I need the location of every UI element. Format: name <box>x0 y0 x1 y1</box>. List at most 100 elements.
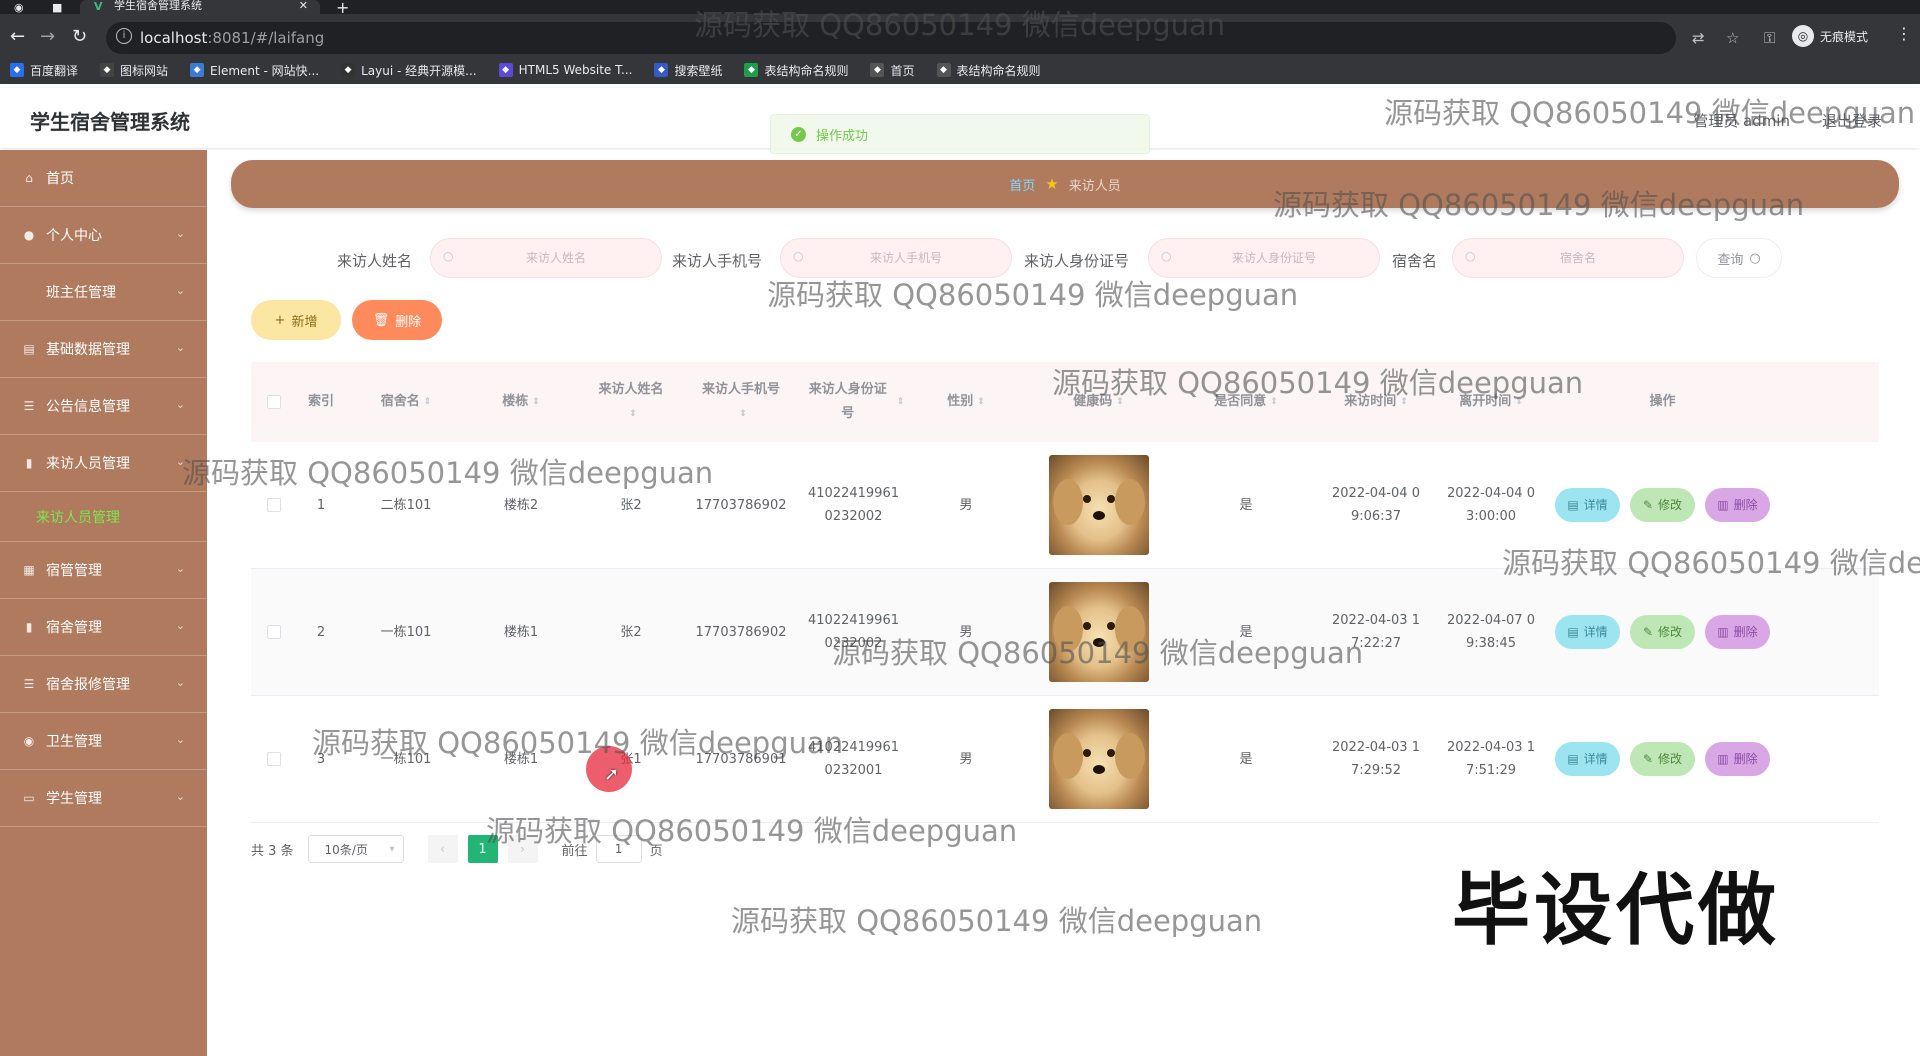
search-input-name[interactable]: ○ <box>430 238 662 278</box>
forward-icon[interactable]: → <box>40 26 55 47</box>
bookmark-favicon-icon: ◆ <box>190 63 205 77</box>
chevron-down-icon: ⌄ <box>175 562 185 575</box>
sort-icon[interactable]: ⇕ <box>739 402 747 426</box>
bookmark-item[interactable]: ◆ 表结构命名规则 <box>744 62 848 79</box>
page-jump-input[interactable] <box>595 835 642 863</box>
cell-agree: 是 <box>1239 497 1253 513</box>
reload-icon[interactable]: ↻ <box>72 26 87 47</box>
header-visitor-idcard[interactable]: 来访人身份证号 ⇕ <box>796 362 911 442</box>
sidebar-item[interactable]: ▮ 宿舍管理 ⌄ <box>0 599 207 656</box>
bookmark-star-icon[interactable]: ☆ <box>1726 29 1739 47</box>
sidebar-item[interactable]: ☰ 公告信息管理 ⌄ <box>0 378 207 435</box>
breadcrumb-home[interactable]: 首页 <box>1009 175 1035 194</box>
browser-menu-icon[interactable]: ⋮ <box>1896 24 1912 43</box>
cell-gender: 男 <box>959 751 973 767</box>
header-leave-time[interactable]: 离开时间 ⇕ <box>1436 362 1546 442</box>
incognito-indicator[interactable]: ◎ 无痕模式 <box>1792 22 1868 50</box>
page-size-select[interactable]: 10条/页 ▾ <box>307 835 404 863</box>
cell-visitor-name: 张2 <box>620 624 642 640</box>
sort-icon[interactable]: ⇕ <box>897 390 905 414</box>
bookmark-item[interactable]: ◆ Element - 网站快... <box>190 62 319 79</box>
sidebar-item[interactable]: ▦ 宿管管理 ⌄ <box>0 542 207 599</box>
logout-link[interactable]: 退出登录 <box>1822 110 1882 131</box>
row-checkbox[interactable] <box>266 498 281 512</box>
tab-list-icon[interactable]: ■ <box>52 1 62 14</box>
sidebar-item[interactable]: ▮ 来访人员管理 ⌄ <box>0 435 207 492</box>
sort-icon[interactable]: ⇕ <box>1270 390 1278 414</box>
sidebar-item[interactable]: ▤ 基础数据管理 ⌄ <box>0 321 207 378</box>
url-text[interactable]: localhost:8081/#/laifang <box>140 29 324 47</box>
row-select-cell[interactable] <box>251 442 296 568</box>
detail-button[interactable]: ▤ 详情 <box>1555 488 1620 522</box>
delete-button[interactable]: ▥ 删除 <box>1705 488 1770 522</box>
delete-button[interactable]: ▥ 删除 <box>1705 742 1770 776</box>
sort-icon[interactable]: ⇕ <box>532 390 540 414</box>
edit-button[interactable]: ✎ 修改 <box>1630 488 1695 522</box>
sort-icon[interactable]: ⇕ <box>1515 390 1523 414</box>
app-title: 学生宿舍管理系统 <box>30 110 190 134</box>
page-number-current[interactable]: 1 <box>467 835 498 863</box>
row-select-cell[interactable] <box>251 696 296 822</box>
bookmark-item[interactable]: ◆ HTML5 Website T... <box>498 63 632 77</box>
visitor-idcard-input[interactable] <box>1179 239 1369 277</box>
detail-button[interactable]: ▤ 详情 <box>1555 742 1620 776</box>
header-building[interactable]: 楼栋 ⇕ <box>466 362 576 442</box>
translate-icon[interactable]: ⇄ <box>1692 29 1705 47</box>
sidebar-item[interactable]: ▭ 学生管理 ⌄ <box>0 770 207 827</box>
row-select-cell[interactable] <box>251 569 296 695</box>
health-code-image[interactable] <box>1048 709 1149 809</box>
header-gender[interactable]: 性别 ⇕ <box>911 362 1021 442</box>
row-checkbox[interactable] <box>266 752 281 766</box>
sort-icon[interactable]: ⇕ <box>1116 390 1124 414</box>
bookmark-item[interactable]: ◆ 图标网站 <box>100 62 168 79</box>
add-button[interactable]: + 新增 <box>251 300 341 340</box>
visitor-name-input[interactable] <box>461 239 651 277</box>
batch-delete-button[interactable]: 🗑 删除 <box>352 300 442 340</box>
row-checkbox[interactable] <box>266 625 281 639</box>
address-bar[interactable]: i localhost:8081/#/laifang ⇄ ☆ <box>106 22 1739 54</box>
close-tab-icon[interactable]: ✕ <box>299 0 308 12</box>
edit-button[interactable]: ✎ 修改 <box>1630 615 1695 649</box>
sidebar-item[interactable]: ⌂ 首页 <box>0 150 207 207</box>
dorm-name-input[interactable] <box>1483 239 1673 277</box>
header-visitor-phone[interactable]: 来访人手机号 ⇕ <box>686 362 796 442</box>
edit-button[interactable]: ✎ 修改 <box>1630 742 1695 776</box>
bookmark-item[interactable]: ◆ 搜索壁纸 <box>654 62 722 79</box>
header-agree[interactable]: 是否同意 ⇕ <box>1176 362 1316 442</box>
search-input-idcard[interactable]: ○ <box>1148 238 1380 278</box>
sidebar-item[interactable]: ◉ 卫生管理 ⌄ <box>0 713 207 770</box>
header-visit-time[interactable]: 来访时间 ⇕ <box>1316 362 1436 442</box>
sort-icon[interactable]: ⇕ <box>424 390 432 414</box>
chevron-down-icon: ⌄ <box>175 227 185 240</box>
health-code-image[interactable] <box>1048 455 1149 555</box>
back-icon[interactable]: ← <box>10 26 25 47</box>
next-page-button[interactable]: › <box>507 835 538 863</box>
header-dorm[interactable]: 宿舍名 ⇕ <box>346 362 466 442</box>
bookmark-item[interactable]: ◆ 百度翻译 <box>10 62 78 79</box>
bookmark-item[interactable]: ◆ 表结构命名规则 <box>936 62 1041 79</box>
sidebar-item[interactable]: ● 个人中心 ⌄ <box>0 207 207 264</box>
query-button[interactable]: 查询 ○ <box>1696 238 1782 278</box>
site-info-icon[interactable]: i <box>116 28 132 44</box>
bookmark-item[interactable]: ◆ Layui - 经典开源模... <box>341 62 477 79</box>
header-visitor-name[interactable]: 来访人姓名 ⇕ <box>576 362 686 442</box>
sidebar-item[interactable]: ☰ 宿舍报修管理 ⌄ <box>0 656 207 713</box>
key-icon[interactable]: ⚿ <box>1764 29 1775 47</box>
search-input-phone[interactable]: ○ <box>780 238 1012 278</box>
sort-icon[interactable]: ⇕ <box>977 390 985 414</box>
sort-icon[interactable]: ⇕ <box>629 402 637 426</box>
bookmark-item[interactable]: ◆ 首页 <box>870 62 915 79</box>
select-all-checkbox[interactable] <box>266 395 281 409</box>
sidebar-subitem-active[interactable]: 来访人员管理 <box>0 492 207 542</box>
sidebar-item[interactable]: 班主任管理 ⌄ <box>0 264 207 321</box>
health-code-image[interactable] <box>1048 582 1149 682</box>
detail-button[interactable]: ▤ 详情 <box>1555 615 1620 649</box>
prev-page-button[interactable]: ‹ <box>427 835 458 863</box>
header-health-code[interactable]: 健康码 ⇕ <box>1021 362 1176 442</box>
browser-tab[interactable]: V 学生宿舍管理系统 ✕ <box>80 0 320 14</box>
sort-icon[interactable]: ⇕ <box>1400 390 1408 414</box>
visitor-phone-input[interactable] <box>811 239 1001 277</box>
search-input-dorm[interactable]: ○ <box>1452 238 1684 278</box>
select-all-cell[interactable] <box>251 362 296 442</box>
delete-button[interactable]: ▥ 删除 <box>1705 615 1770 649</box>
